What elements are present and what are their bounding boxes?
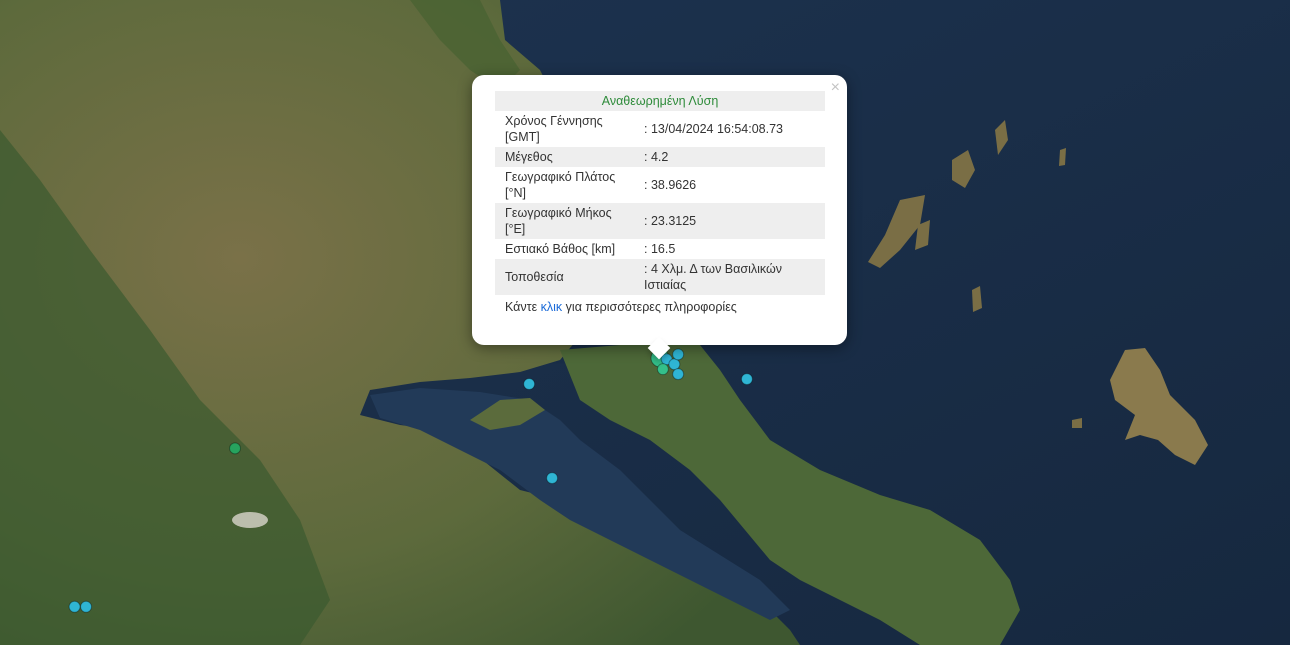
value-depth: : 16.5: [644, 242, 676, 256]
earthquake-marker[interactable]: [668, 358, 681, 371]
earthquake-marker[interactable]: [80, 600, 93, 613]
row-magnitude: Μέγεθος : 4.2: [495, 147, 825, 167]
earthquake-popup: × Αναθεωρημένη Λύση Χρόνος Γέννησης [GMT…: [472, 75, 847, 345]
earthquake-marker[interactable]: [68, 600, 81, 613]
value-origin-time: : 13/04/2024 16:54:08.73: [644, 122, 784, 136]
row-latitude: Γεωγραφικό Πλάτος [°N] : 38.9626: [495, 167, 825, 203]
earthquake-marker[interactable]: [546, 472, 559, 485]
earthquake-marker[interactable]: [523, 378, 536, 391]
row-depth: Εστιακό Βάθος [km] : 16.5: [495, 239, 825, 259]
more-info-text: Κάντε κλικ για περισσότερες πληροφορίες: [495, 300, 825, 314]
label-location: Τοποθεσία: [495, 259, 639, 295]
snow-patch: [232, 512, 268, 528]
earthquake-marker[interactable]: [672, 348, 685, 361]
popup-title: Αναθεωρημένη Λύση: [495, 91, 825, 111]
label-longitude: Γεωγραφικό Μήκος [°E]: [495, 203, 639, 239]
earthquake-marker[interactable]: [656, 363, 669, 376]
popup-content: Αναθεωρημένη Λύση Χρόνος Γέννησης [GMT] …: [495, 91, 825, 314]
label-magnitude: Μέγεθος: [495, 147, 639, 167]
earthquake-marker[interactable]: [672, 368, 685, 381]
close-icon[interactable]: ×: [831, 80, 840, 96]
value-latitude: : 38.9626: [644, 178, 697, 192]
more-info-link[interactable]: κλικ: [541, 300, 563, 314]
label-origin-time: Χρόνος Γέννησης [GMT]: [505, 114, 603, 144]
row-origin-time: Χρόνος Γέννησης [GMT] : 13/04/2024 16:54…: [495, 111, 825, 147]
row-location: Τοποθεσία : 4 Χλμ. Δ των Βασιλικών Ιστια…: [495, 259, 825, 295]
earthquake-marker[interactable]: [740, 373, 753, 386]
value-longitude: : 23.3125: [639, 203, 825, 239]
event-details-table: Χρόνος Γέννησης [GMT] : 13/04/2024 16:54…: [495, 111, 825, 295]
row-longitude: Γεωγραφικό Μήκος [°E] : 23.3125: [495, 203, 825, 239]
more-info-prefix: Κάντε: [505, 300, 538, 314]
small-island: [1059, 148, 1066, 166]
more-info-suffix: για περισσότερες πληροφορίες: [565, 300, 737, 314]
value-magnitude: : 4.2: [639, 147, 825, 167]
label-depth: Εστιακό Βάθος [km]: [505, 242, 616, 256]
earthquake-marker[interactable]: [229, 442, 242, 455]
label-latitude: Γεωγραφικό Πλάτος [°N]: [505, 170, 616, 200]
value-location: : 4 Χλμ. Δ των Βασιλικών Ιστιαίας: [639, 259, 825, 295]
